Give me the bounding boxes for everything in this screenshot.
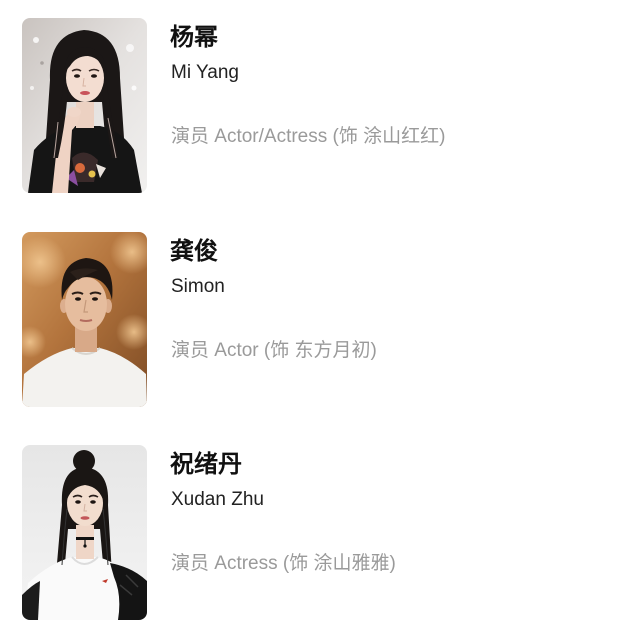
actor-photo — [22, 445, 147, 620]
actor-english-name: Simon — [171, 276, 225, 297]
portrait-image — [22, 445, 147, 620]
actor-chinese-name: 祝绪丹 — [170, 451, 242, 478]
cast-entry[interactable]: 祝绪丹 Xudan Zhu 演员 Actress (饰 涂山雅雅) — [0, 445, 640, 620]
actor-photo — [22, 232, 147, 407]
portrait-image — [22, 232, 147, 407]
actor-role-description: 演员 Actor (饰 东方月初) — [171, 340, 377, 361]
actor-english-name: Xudan Zhu — [171, 489, 264, 510]
actor-photo — [22, 18, 147, 193]
actor-role-description: 演员 Actress (饰 涂山雅雅) — [171, 553, 396, 574]
cast-entry[interactable]: 杨幂 Mi Yang 演员 Actor/Actress (饰 涂山红红) — [0, 18, 640, 193]
actor-chinese-name: 龚俊 — [170, 238, 218, 265]
actor-role-description: 演员 Actor/Actress (饰 涂山红红) — [171, 126, 446, 147]
cast-list: 杨幂 Mi Yang 演员 Actor/Actress (饰 涂山红红) 龚俊 … — [0, 0, 640, 639]
cast-entry[interactable]: 龚俊 Simon 演员 Actor (饰 东方月初) — [0, 232, 640, 407]
portrait-image — [22, 18, 147, 193]
actor-chinese-name: 杨幂 — [170, 24, 218, 51]
actor-english-name: Mi Yang — [171, 62, 239, 83]
